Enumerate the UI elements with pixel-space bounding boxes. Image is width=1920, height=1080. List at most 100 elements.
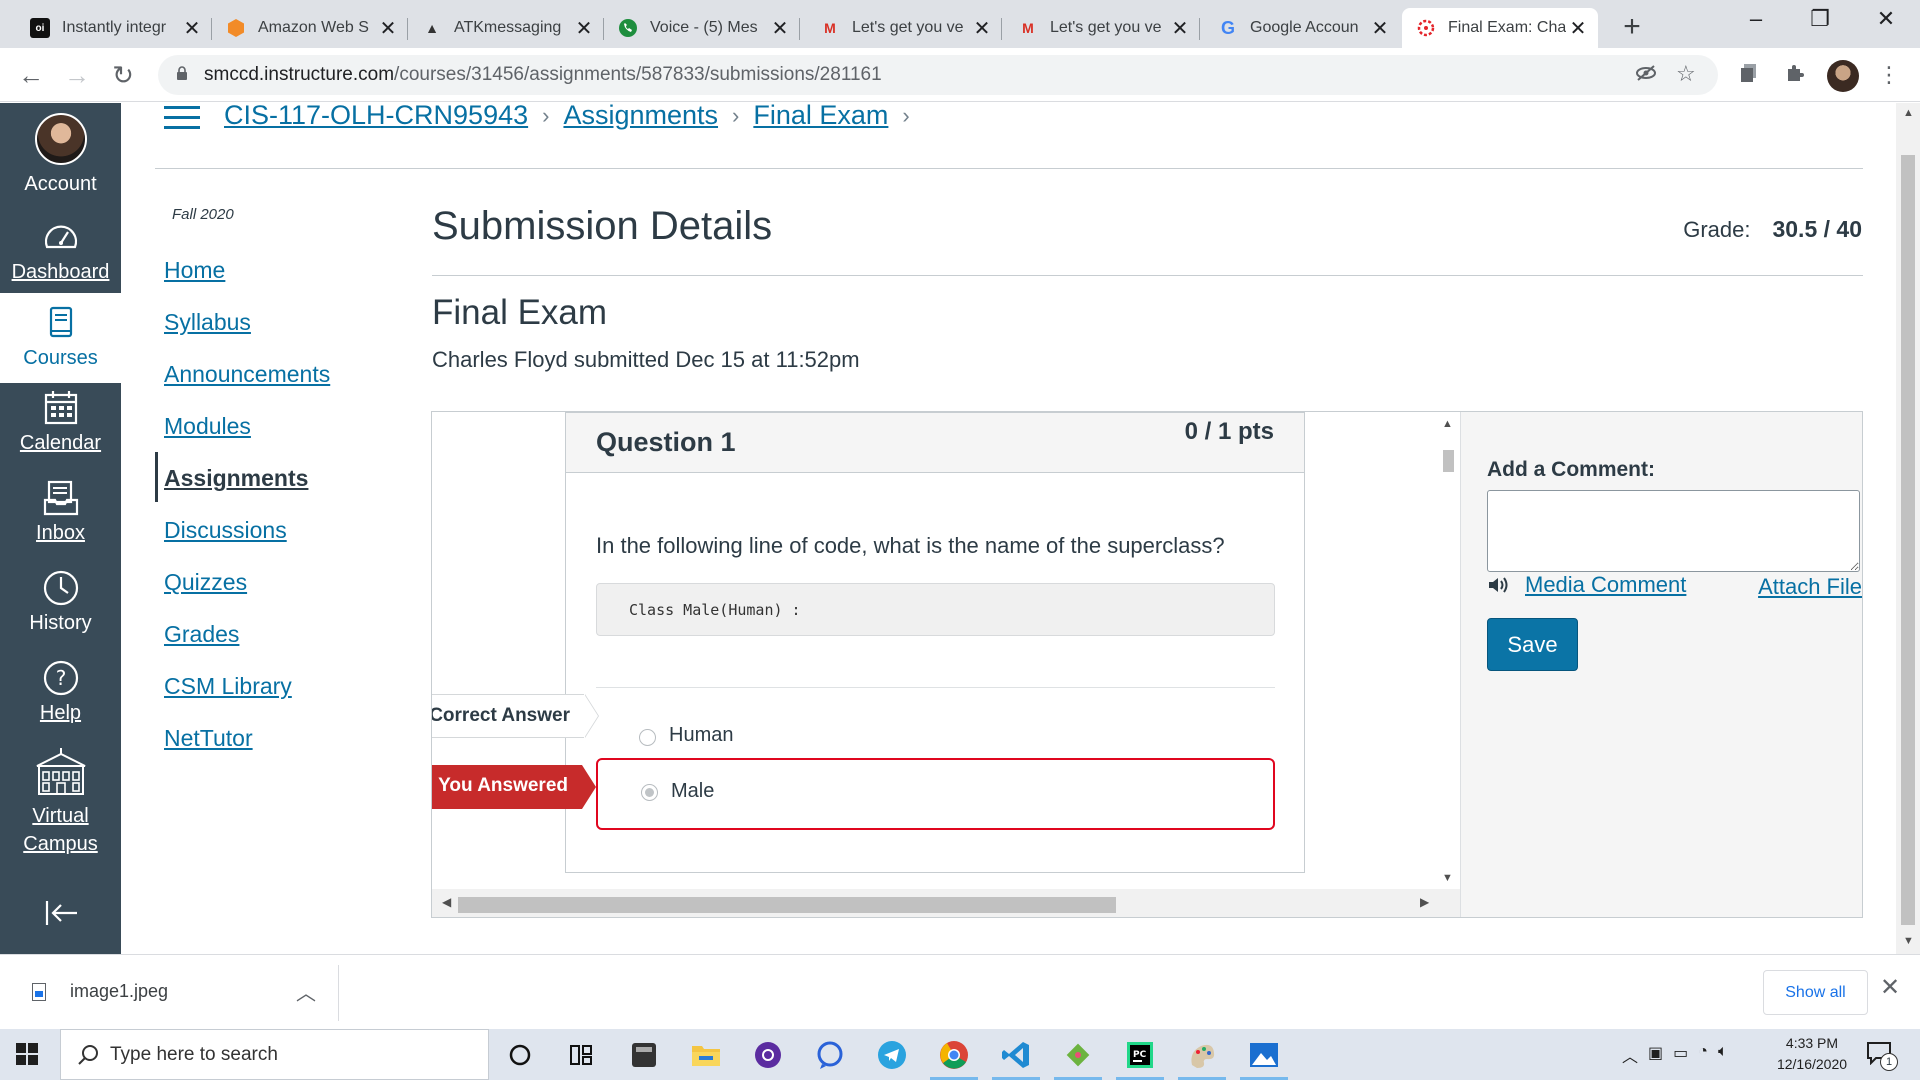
nav-calendar[interactable]: Calendar	[0, 388, 121, 455]
chrome-icon[interactable]	[930, 1037, 978, 1080]
close-tab-icon[interactable]: ✕	[376, 16, 400, 41]
browser-tab[interactable]: Amazon Web S ✕	[212, 8, 408, 48]
cortana-icon[interactable]	[502, 1037, 538, 1073]
comment-input[interactable]	[1487, 490, 1860, 572]
browser-tab[interactable]: M Let's get you ve ✕	[1004, 8, 1200, 48]
course-nav-csm-library[interactable]: CSM Library	[164, 673, 292, 700]
nav-history[interactable]: History	[0, 568, 121, 635]
download-file-name[interactable]: image1.jpeg	[70, 981, 168, 1002]
breadcrumb-assignments[interactable]: Assignments	[563, 100, 718, 131]
chevron-up-icon[interactable]: ︿	[1622, 1043, 1638, 1067]
taskbar-search-box[interactable]: Type here to search	[60, 1029, 489, 1080]
window-close-icon[interactable]: ✕	[1856, 6, 1916, 32]
collapse-nav-button[interactable]	[0, 893, 121, 937]
file-explorer-icon[interactable]	[688, 1037, 724, 1073]
close-download-bar-icon[interactable]: ✕	[1880, 973, 1900, 1002]
course-nav-discussions[interactable]: Discussions	[164, 517, 287, 544]
close-tab-icon[interactable]: ✕	[572, 16, 596, 41]
attach-file-link[interactable]: Attach File	[1758, 574, 1862, 600]
nav-help[interactable]: ? Help	[0, 658, 121, 725]
app-calculator-icon[interactable]	[626, 1037, 662, 1073]
save-button[interactable]: Save	[1487, 618, 1578, 671]
browser-tab[interactable]: oi Instantly integr ✕	[16, 8, 212, 48]
answer-option-selected[interactable]: Male	[596, 758, 1275, 830]
quiz-preview-frame[interactable]: Question 1 0 / 1 pts In the following li…	[432, 412, 1436, 917]
browser-tab[interactable]: M Let's get you ve ✕	[806, 8, 1002, 48]
course-nav-syllabus[interactable]: Syllabus	[164, 309, 251, 336]
forward-arrow-icon[interactable]: →	[62, 60, 92, 91]
course-nav-modules[interactable]: Modules	[164, 413, 251, 440]
vscode-icon[interactable]	[992, 1037, 1040, 1080]
paint-app-icon[interactable]	[1178, 1037, 1226, 1080]
back-arrow-icon[interactable]: ←	[16, 60, 46, 91]
course-nav-quizzes[interactable]: Quizzes	[164, 569, 247, 596]
close-tab-icon[interactable]: ✕	[970, 16, 994, 41]
close-tab-icon[interactable]: ✕	[180, 16, 204, 41]
browser-tab-active[interactable]: Final Exam: Cha ✕	[1402, 8, 1598, 48]
taskbar-clock[interactable]: 4:33 PM 12/16/2020	[1772, 1033, 1852, 1075]
wifi-icon[interactable]: ◔	[1698, 1043, 1708, 1067]
course-nav-grades[interactable]: Grades	[164, 621, 239, 648]
nav-courses[interactable]: Courses	[0, 293, 121, 383]
new-tab-button[interactable]: +	[1614, 10, 1650, 44]
nav-dashboard[interactable]: Dashboard	[0, 217, 121, 284]
chat-app-icon[interactable]	[812, 1037, 848, 1073]
voice-icon	[618, 18, 638, 38]
windows-start-icon[interactable]	[16, 1043, 38, 1065]
preview-vertical-scrollbar[interactable]: ▲ ▼	[1436, 412, 1460, 889]
reload-icon[interactable]: ↻	[108, 60, 138, 91]
extension-copy-icon[interactable]	[1738, 62, 1760, 90]
course-nav-nettutor[interactable]: NetTutor	[164, 725, 253, 752]
telegram-icon[interactable]	[874, 1037, 910, 1073]
course-nav-announcements[interactable]: Announcements	[164, 361, 330, 388]
chevron-up-icon[interactable]: ︿	[296, 977, 316, 1006]
restore-icon[interactable]: ❐	[1790, 6, 1850, 32]
show-all-button[interactable]: Show all	[1763, 970, 1868, 1015]
meet-now-icon[interactable]: ▣	[1648, 1043, 1663, 1067]
nav-inbox[interactable]: Inbox	[0, 478, 121, 545]
breadcrumb-course[interactable]: CIS-117-OLH-CRN95943	[224, 100, 528, 131]
page-scrollbar[interactable]: ▲ ▼	[1896, 103, 1920, 954]
media-comment-link[interactable]: Media Comment	[1487, 572, 1686, 598]
scroll-thumb[interactable]	[1443, 450, 1454, 472]
more-vert-icon[interactable]: ⋮	[1878, 62, 1900, 88]
task-view-icon[interactable]	[564, 1037, 600, 1073]
battery-icon[interactable]: ▭	[1673, 1043, 1688, 1067]
git-app-icon[interactable]	[1054, 1037, 1102, 1080]
profile-avatar[interactable]	[1827, 60, 1859, 92]
radio-button[interactable]	[639, 729, 656, 746]
radio-button-selected[interactable]	[641, 784, 658, 801]
scroll-down-arrow-icon[interactable]: ▼	[1903, 935, 1914, 947]
scroll-thumb[interactable]	[1901, 155, 1915, 925]
eye-off-icon[interactable]	[1634, 61, 1658, 91]
star-bookmark-icon[interactable]: ☆	[1676, 61, 1696, 87]
close-tab-icon[interactable]: ✕	[1566, 16, 1590, 41]
url-bar[interactable]: smccd.instructure.com/courses/31456/assi…	[158, 55, 1718, 95]
notification-center-icon[interactable]: 1	[1866, 1041, 1898, 1071]
browser-tab[interactable]: Voice - (5) Mes ✕	[604, 8, 800, 48]
nav-virtual-campus[interactable]: Virtual Campus	[0, 748, 121, 858]
close-tab-icon[interactable]: ✕	[1168, 16, 1192, 41]
course-nav-assignments[interactable]: Assignments	[164, 465, 308, 492]
close-tab-icon[interactable]: ✕	[1368, 16, 1392, 41]
course-nav-home[interactable]: Home	[164, 257, 225, 284]
minimize-icon[interactable]: –	[1726, 6, 1786, 32]
media-app-icon[interactable]	[750, 1037, 786, 1073]
scroll-up-arrow-icon[interactable]: ▲	[1442, 418, 1453, 430]
scroll-up-arrow-icon[interactable]: ▲	[1903, 107, 1914, 119]
puzzle-extensions-icon[interactable]	[1784, 62, 1806, 90]
preview-horizontal-scrollbar[interactable]: ◀ ▶	[432, 889, 1460, 917]
browser-tab[interactable]: G Google Accoun ✕	[1204, 8, 1400, 48]
browser-tab[interactable]: ▲ ATKmessaging ✕	[408, 8, 604, 48]
photos-app-icon[interactable]	[1240, 1037, 1288, 1080]
scroll-right-arrow-icon[interactable]: ▶	[1420, 895, 1429, 909]
breadcrumb-final-exam[interactable]: Final Exam	[753, 100, 888, 131]
close-tab-icon[interactable]: ✕	[768, 16, 792, 41]
hamburger-menu-icon[interactable]	[164, 106, 200, 130]
volume-icon[interactable]: 🔈︎	[1718, 1043, 1728, 1067]
scroll-left-arrow-icon[interactable]: ◀	[442, 895, 451, 909]
scroll-down-arrow-icon[interactable]: ▼	[1442, 872, 1453, 884]
scroll-thumb[interactable]	[458, 897, 1116, 913]
pycharm-icon[interactable]: PC	[1116, 1037, 1164, 1080]
nav-account[interactable]: Account	[0, 113, 121, 196]
